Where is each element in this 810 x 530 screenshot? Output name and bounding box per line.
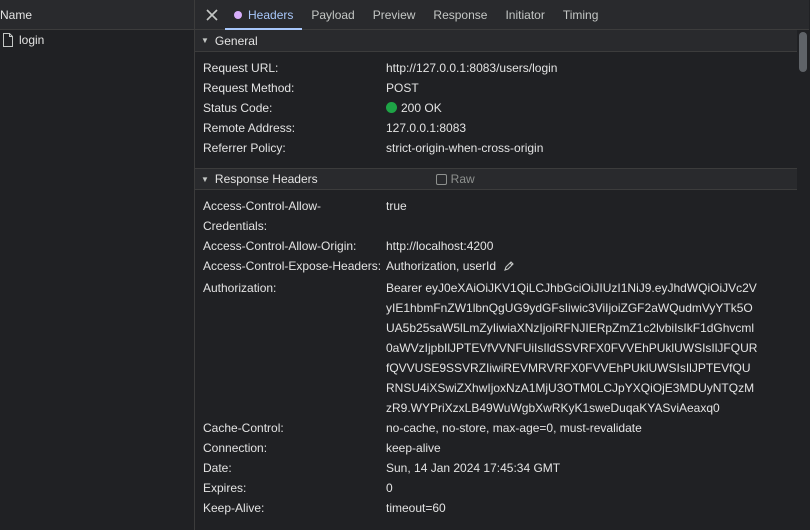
tab-label: Preview — [372, 7, 416, 22]
tab-preview[interactable]: Preview — [364, 0, 425, 29]
header-key: Request URL: — [203, 61, 279, 75]
tab-label: Headers — [248, 7, 294, 22]
header-value: timeout=60 — [386, 501, 446, 515]
expand-triangle-icon: ▼ — [201, 36, 209, 45]
raw-label: Raw — [450, 172, 475, 186]
raw-checkbox[interactable] — [435, 173, 447, 185]
section-title: Response Headers — [214, 172, 318, 186]
tab-payload[interactable]: Payload — [302, 0, 363, 29]
header-key: Authorization: — [203, 281, 277, 295]
header-value: 127.0.0.1:8083 — [386, 121, 467, 135]
file-icon — [2, 33, 14, 47]
header-key: Remote Address: — [203, 121, 296, 135]
header-value: strict-origin-when-cross-origin — [386, 141, 544, 155]
general-rows: Request URL: http://127.0.0.1:8083/users… — [195, 52, 809, 168]
details-tab-bar: Headers Payload Preview Response Initiat… — [195, 0, 809, 30]
header-row: Status Code: 200 OK — [195, 98, 809, 118]
tab-label: Initiator — [505, 7, 545, 22]
header-value: http://127.0.0.1:8083/users/login — [386, 61, 558, 75]
header-value: no-cache, no-store, max-age=0, must-reva… — [386, 421, 642, 435]
header-value: Authorization, userId — [386, 259, 497, 273]
header-row: Cache-Control: no-cache, no-store, max-a… — [195, 418, 809, 438]
header-key: Referrer Policy: — [203, 141, 286, 155]
response-header-rows: Access-Control-Allow-Credentials: true A… — [195, 190, 809, 528]
section-title: General — [214, 33, 258, 48]
header-row: Access-Control-Allow-Origin: http://loca… — [195, 236, 809, 256]
modified-dot-icon — [234, 10, 242, 19]
header-key: Cache-Control: — [203, 421, 284, 435]
tab-label: Timing — [562, 7, 599, 22]
header-row: Expires: 0 — [195, 478, 809, 498]
header-row: Referrer Policy: strict-origin-when-cros… — [195, 138, 809, 158]
headers-content: ▼ General Request URL: http://127.0.0.1:… — [195, 30, 809, 530]
header-key: Access-Control-Allow-Origin: — [203, 239, 357, 253]
header-value-status: 200 OK — [386, 98, 786, 118]
header-row: Date: Sun, 14 Jan 2024 17:45:34 GMT — [195, 458, 809, 478]
request-name: login — [19, 33, 45, 47]
header-row: Access-Control-Allow-Credentials: true — [195, 196, 809, 236]
close-icon[interactable] — [199, 0, 225, 29]
header-row: Request Method: POST — [195, 78, 809, 98]
tab-label: Response — [433, 7, 488, 22]
header-key: Date: — [203, 461, 232, 475]
header-value: 0 — [386, 481, 393, 495]
header-row: Authorization: Bearer eyJ0eXAiOiJKV1QiLC… — [195, 278, 809, 418]
tab-headers[interactable]: Headers — [225, 0, 303, 30]
header-row: Request URL: http://127.0.0.1:8083/users… — [195, 58, 809, 78]
header-key: Status Code: — [203, 101, 273, 115]
header-key: Expires: — [203, 481, 247, 495]
header-row: Remote Address: 127.0.0.1:8083 — [195, 118, 809, 138]
status-ok-icon — [386, 102, 397, 113]
header-value: keep-alive — [386, 441, 441, 455]
request-list: Name login — [0, 0, 195, 530]
name-column-header[interactable]: Name — [0, 0, 194, 30]
header-key: Request Method: — [203, 81, 295, 95]
scrollbar-thumb[interactable] — [799, 32, 807, 72]
header-key: Connection: — [203, 441, 268, 455]
raw-toggle[interactable]: Raw — [435, 172, 475, 186]
general-section-header[interactable]: ▼ General — [195, 30, 809, 52]
request-details: Headers Payload Preview Response Initiat… — [195, 0, 809, 530]
header-row: Connection: keep-alive — [195, 438, 809, 458]
expand-triangle-icon: ▼ — [201, 174, 209, 184]
devtools-network-panel: Name login Headers Payload Preview Respo… — [0, 0, 810, 530]
header-value: Bearer eyJ0eXAiOiJKV1QiLCJhbGciOiJIUzI1N… — [386, 281, 758, 415]
tab-timing[interactable]: Timing — [554, 0, 608, 29]
status-text: 200 OK — [401, 101, 442, 115]
header-key: Access-Control-Expose-Headers: — [203, 259, 382, 273]
tab-label: Payload — [311, 7, 355, 22]
header-value: POST — [386, 81, 419, 95]
edit-pencil-icon[interactable] — [503, 258, 515, 278]
vertical-scrollbar[interactable] — [797, 30, 809, 530]
header-value: true — [386, 199, 407, 213]
header-value: http://localhost:4200 — [386, 239, 494, 253]
header-row: Access-Control-Expose-Headers: Authoriza… — [195, 256, 809, 278]
header-key: Keep-Alive: — [203, 501, 265, 515]
request-row-login[interactable]: login — [0, 30, 194, 50]
tab-initiator[interactable]: Initiator — [496, 0, 553, 29]
header-key: Access-Control-Allow-Credentials: — [203, 199, 322, 233]
header-value-editable: Authorization, userId — [386, 256, 786, 278]
tab-response[interactable]: Response — [424, 0, 496, 29]
header-row: Keep-Alive: timeout=60 — [195, 498, 809, 518]
header-value: Sun, 14 Jan 2024 17:45:34 GMT — [386, 461, 561, 475]
name-column-label: Name — [0, 7, 33, 22]
response-headers-section-header[interactable]: ▼ Response Headers Raw — [195, 168, 809, 190]
